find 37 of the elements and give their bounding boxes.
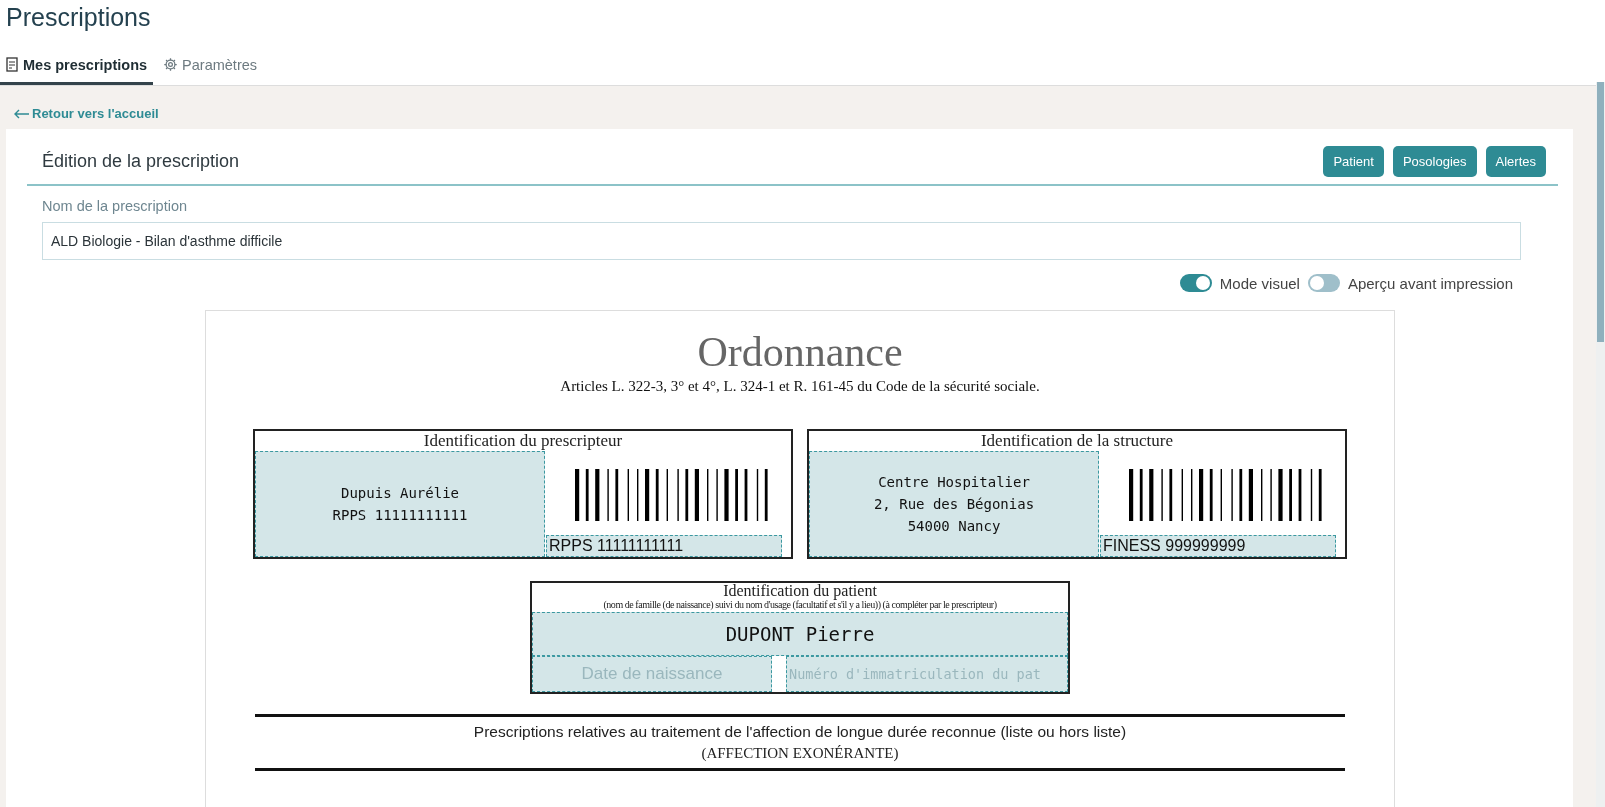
toggle-switch[interactable]	[1179, 274, 1212, 292]
info-line: 2, Rue des Bégonias	[873, 496, 1035, 512]
panel-note: (nom de famille (de naissance) suivi du nom d'usage (facultatif et s'il y a lieu)) (à compléter par le prescripteur)	[602, 599, 998, 610]
panel-heading: Identification du patient	[722, 583, 878, 599]
toggle-label: Mode visuel	[1219, 274, 1300, 292]
info-field[interactable]: Dupuis Aurélie RPPS 11111111111	[255, 451, 545, 557]
settings-icon	[163, 57, 179, 72]
section-subheading: (AFFECTION EXONÉRANTE)	[701, 745, 899, 762]
birth-date-field[interactable]: Date de naissance	[532, 656, 772, 692]
field-label: Nom de la prescription	[42, 198, 189, 214]
arrow-left-icon	[14, 108, 30, 119]
panel-heading: Identification de la structure	[979, 431, 1175, 451]
name-input[interactable]: ALD Biologie - Bilan d'asthme difficile	[42, 222, 1521, 260]
toggle-label: Aperçu avant impression	[1347, 274, 1513, 292]
insurance-number-field[interactable]: Numéro d'immatriculation du pat	[786, 656, 1068, 692]
barcode-caption[interactable]: FINESS 999999999	[1100, 535, 1336, 557]
section-heading: Prescriptions relatives au traitement de l'affection de longue durée reconnue (liste ou hors liste)	[473, 723, 1127, 741]
barcode-caption[interactable]: RPPS 11111111111	[546, 535, 782, 557]
header-button[interactable]: Alertes	[1485, 146, 1546, 177]
document-subtitle: Articles L. 322-3, 3° et 4°, L. 324-1 et R. 161-45 du Code de la sécurité sociale.	[560, 378, 1040, 395]
info-field[interactable]: Centre Hospitalier 2, Rue des Bégonias 54000 Nancy	[809, 451, 1099, 557]
panel-heading: Identification du prescripteur	[422, 431, 624, 451]
info-line: RPPS 11111111111	[332, 507, 468, 523]
patient-name-field[interactable]: DUPONT Pierre	[532, 612, 1068, 656]
info-line: 54000 Nancy	[907, 518, 1001, 534]
scrollbar[interactable]	[1596, 82, 1605, 807]
card-title: Édition de la prescription	[42, 151, 240, 172]
info-line: Centre Hospitalier	[878, 474, 1030, 490]
document-icon	[6, 57, 19, 72]
page-title: Prescriptions	[5, 2, 152, 33]
back-link[interactable]: Retour vers l'accueil	[14, 106, 159, 121]
header-button[interactable]: Posologies	[1392, 146, 1477, 177]
header-button[interactable]: Patient	[1323, 146, 1384, 177]
tab[interactable]: Paramètres	[157, 47, 264, 85]
document-title: Ordonnance	[697, 331, 903, 373]
info-line: Dupuis Aurélie	[341, 485, 459, 501]
toggle-switch[interactable]	[1307, 274, 1340, 292]
